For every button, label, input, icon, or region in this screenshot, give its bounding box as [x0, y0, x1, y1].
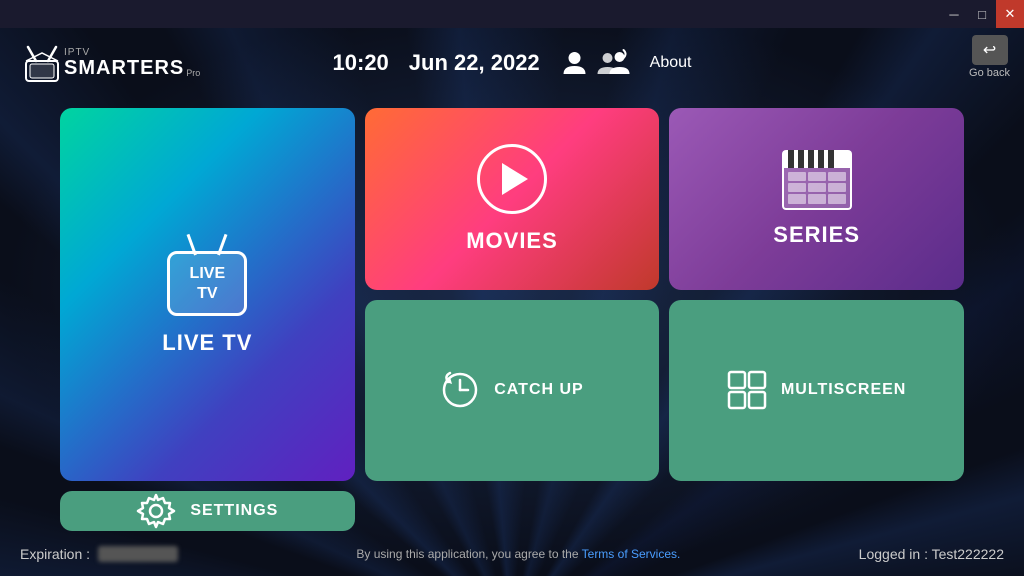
logo: IPTV SMARTERS Pro [20, 43, 200, 83]
logo-pro: Pro [186, 69, 200, 78]
clapboard-body [782, 168, 852, 210]
header-center: 10:20 Jun 22, 2022 Ab [333, 48, 692, 78]
play-icon [477, 144, 547, 214]
user-group-icon[interactable] [596, 48, 630, 78]
series-tile[interactable]: SERIES [669, 108, 964, 290]
go-back-label: Go back [969, 67, 1010, 79]
tv-body: LIVE TV [167, 251, 247, 316]
header: IPTV SMARTERS Pro 10:20 Jun 22, 2022 [0, 28, 1024, 98]
go-back-icon: ↩ [972, 35, 1008, 65]
user-icons [560, 48, 630, 78]
maximize-button[interactable]: □ [968, 0, 996, 28]
footer-logged-in: Logged in : Test222222 [859, 546, 1004, 562]
movies-label: MOVIES [466, 228, 558, 254]
live-tv-tile[interactable]: LIVE TV LIVE TV [60, 108, 355, 481]
go-back-button[interactable]: ↩ Go back [969, 35, 1010, 79]
catchup-tile[interactable]: CATCH UP [365, 300, 660, 482]
series-label: SERIES [773, 222, 860, 248]
logo-smarters: SMARTERS [64, 58, 184, 78]
main-container: IPTV SMARTERS Pro 10:20 Jun 22, 2022 [0, 28, 1024, 576]
terms-link[interactable]: Terms of Services. [582, 547, 681, 561]
minimize-button[interactable]: ─ [940, 0, 968, 28]
live-tv-label: LIVE TV [162, 330, 252, 356]
settings-tile[interactable]: SETTINGS [60, 491, 355, 531]
footer: Expiration : By using this application, … [0, 531, 1024, 576]
multiscreen-text: MULTISCREEN [781, 381, 906, 399]
terms-text: By using this application, you agree to … [356, 547, 578, 561]
catchup-label-wrapper: CATCH UP [440, 370, 583, 410]
clapboard-top [782, 150, 852, 168]
close-button[interactable]: ✕ [996, 0, 1024, 28]
date-display: Jun 22, 2022 [409, 50, 540, 76]
window-titlebar: ─ □ ✕ [0, 0, 1024, 28]
logo-text: IPTV SMARTERS Pro [64, 48, 200, 78]
tv-screen-text: LIVE TV [190, 264, 226, 302]
user-single-icon[interactable] [560, 48, 590, 78]
multiscreen-icon [727, 370, 767, 410]
footer-expiration: Expiration : [20, 546, 178, 562]
catchup-text: CATCH UP [494, 381, 583, 399]
settings-gear-icon [136, 491, 176, 531]
time-display: 10:20 [333, 50, 389, 76]
footer-terms: By using this application, you agree to … [356, 547, 680, 561]
multiscreen-label-wrapper: MULTISCREEN [727, 370, 906, 410]
expiration-label: Expiration : [20, 546, 90, 562]
catchup-icon [440, 370, 480, 410]
tv-icon-wrapper: LIVE TV [167, 233, 247, 316]
expiration-value [98, 546, 178, 562]
about-label[interactable]: About [650, 54, 692, 72]
logo-icon [20, 43, 64, 83]
clapboard-icon [782, 150, 852, 208]
settings-text: SETTINGS [190, 502, 278, 520]
multiscreen-tile[interactable]: MULTISCREEN [669, 300, 964, 482]
settings-label-wrapper: SETTINGS [136, 491, 278, 531]
play-triangle [502, 163, 528, 195]
content-grid: LIVE TV LIVE TV MOVIES [0, 98, 1024, 531]
movies-tile[interactable]: MOVIES [365, 108, 660, 290]
